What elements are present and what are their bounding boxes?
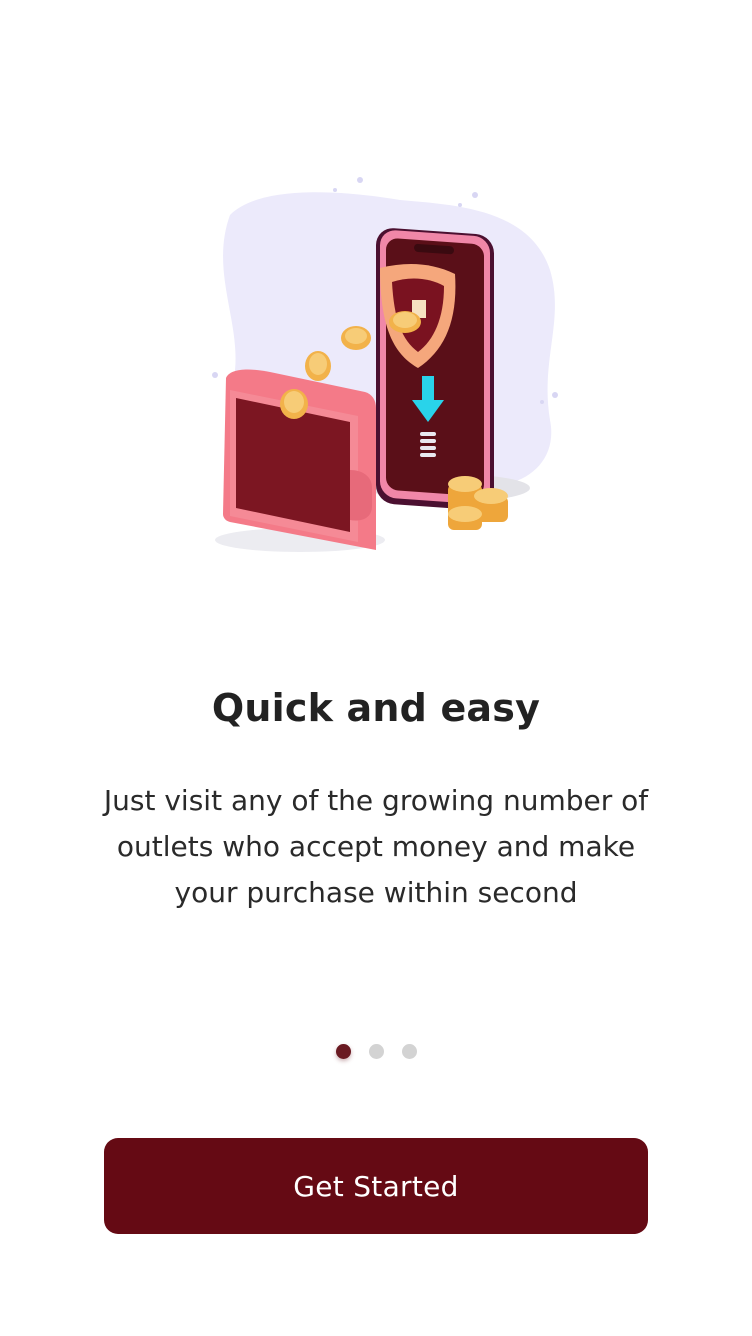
page-title: Quick and easy	[211, 686, 541, 730]
pagination-dot-1[interactable]	[335, 1044, 351, 1059]
page-description: Just visit any of the growing number of …	[103, 784, 649, 909]
onboarding-illustration	[212, 177, 558, 552]
pagination-dot-3[interactable]	[401, 1044, 417, 1059]
pagination-dot-2[interactable]	[368, 1044, 384, 1059]
pagination-dots	[0, 1044, 752, 1060]
get-started-button[interactable]: Get Started	[104, 1138, 648, 1234]
